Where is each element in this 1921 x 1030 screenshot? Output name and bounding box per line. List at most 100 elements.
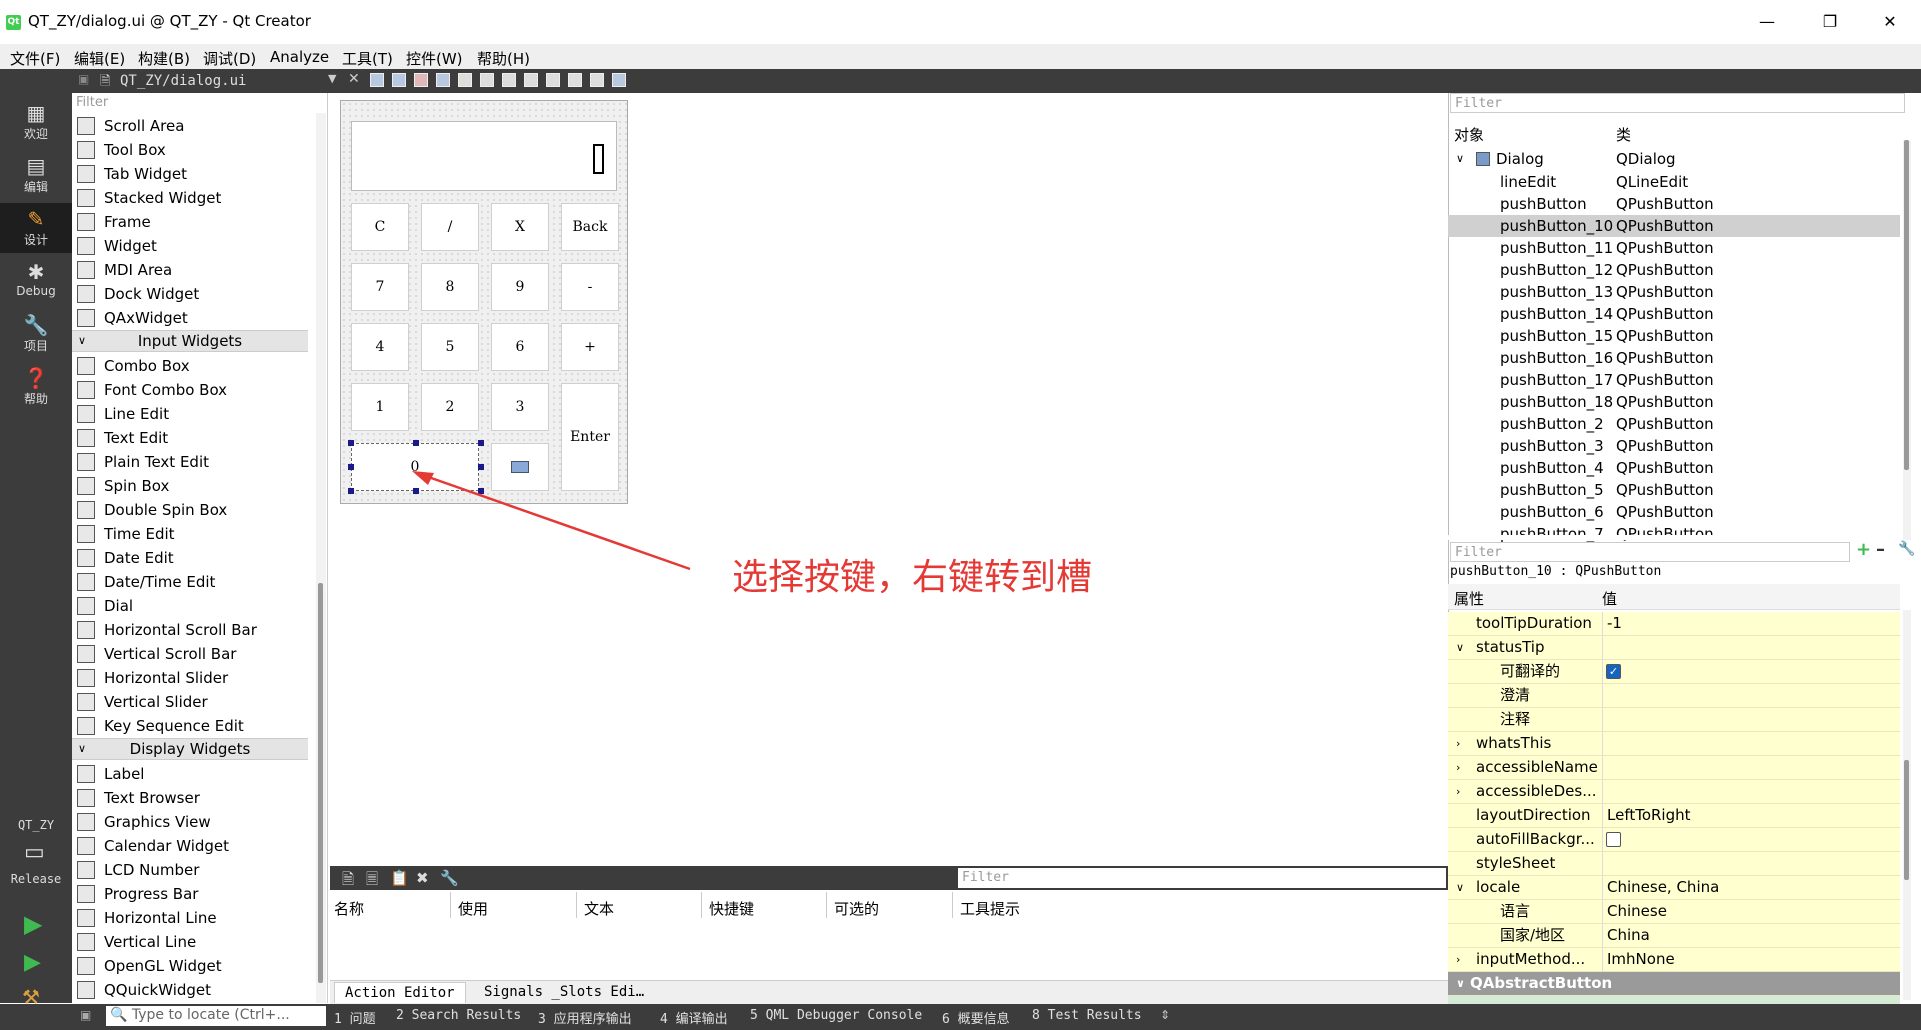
mode-welcome[interactable]: ▦ 欢迎 bbox=[0, 97, 72, 147]
minimize-icon[interactable]: — bbox=[1752, 10, 1782, 34]
property-row[interactable]: 国家/地区 China bbox=[1448, 924, 1900, 948]
tab-signals-slots-editor[interactable]: Signals _Slots Edi… bbox=[474, 982, 654, 1002]
column-header[interactable]: 快捷键 bbox=[709, 898, 754, 919]
mode-edit[interactable]: ▤ 编辑 bbox=[0, 150, 72, 200]
widget-item[interactable]: Horizontal Slider bbox=[72, 666, 308, 690]
property-row[interactable]: layoutDirection LeftToRight bbox=[1448, 804, 1900, 828]
mode-debug[interactable]: ✱ Debug bbox=[0, 256, 72, 306]
property-filter-input[interactable]: Filter bbox=[1450, 542, 1850, 562]
output-pane-button[interactable]: 1 问题 bbox=[334, 1008, 376, 1027]
edit-signals-icon[interactable] bbox=[392, 73, 406, 87]
property-row[interactable]: autoFillBackgr... bbox=[1448, 828, 1900, 852]
object-row[interactable]: pushButton_4 QPushButton bbox=[1448, 457, 1900, 479]
widget-item[interactable]: Font Combo Box bbox=[72, 378, 308, 402]
paste-action-icon[interactable]: 📋 bbox=[390, 869, 409, 887]
object-scrollbar[interactable] bbox=[1903, 140, 1911, 540]
output-pane-button[interactable]: 4 编译输出 bbox=[660, 1008, 728, 1027]
output-pane-button[interactable]: 6 概要信息 bbox=[942, 1008, 1010, 1027]
property-row[interactable]: 澄清 bbox=[1448, 684, 1900, 708]
widget-item[interactable]: LCD Number bbox=[72, 858, 308, 882]
widget-item[interactable]: Date/Time Edit bbox=[72, 570, 308, 594]
menu-debug[interactable]: 调试(D) bbox=[203, 48, 256, 69]
widget-item[interactable]: Text Browser bbox=[72, 786, 308, 810]
widget-item[interactable]: Scroll Area bbox=[72, 114, 308, 138]
chevron-right-icon[interactable]: › bbox=[1456, 948, 1460, 971]
chevron-down-icon[interactable]: ∨ bbox=[1456, 876, 1464, 899]
menu-analyze[interactable]: Analyze bbox=[270, 48, 329, 66]
property-value[interactable]: China bbox=[1602, 924, 1900, 948]
object-row[interactable]: pushButton_5 QPushButton bbox=[1448, 479, 1900, 501]
output-pane-button[interactable]: 2 Search Results bbox=[396, 1008, 521, 1023]
edit-tab-order-icon[interactable] bbox=[436, 73, 450, 87]
widget-box-scrollbar[interactable] bbox=[316, 113, 326, 1003]
edit-buddies-icon[interactable] bbox=[414, 73, 428, 87]
category-input-widgets[interactable]: ∨ Input Widgets bbox=[72, 330, 308, 352]
toggle-sidebar-icon[interactable]: ▣ bbox=[80, 1008, 91, 1022]
widget-item[interactable]: QQuickWidget bbox=[72, 978, 308, 1002]
property-value[interactable]: -1 bbox=[1602, 612, 1900, 636]
break-layout-icon[interactable] bbox=[590, 73, 604, 87]
widget-item[interactable]: Double Spin Box bbox=[72, 498, 308, 522]
menu-file[interactable]: 文件(F) bbox=[10, 48, 60, 69]
editor-file-name[interactable]: QT_ZY/dialog.ui bbox=[120, 73, 246, 89]
property-value[interactable]: Chinese, China bbox=[1602, 876, 1900, 900]
mode-projects[interactable]: 🔧 项目 bbox=[0, 309, 72, 359]
menu-tools[interactable]: 工具(T) bbox=[342, 48, 393, 69]
property-value[interactable] bbox=[1602, 732, 1900, 756]
widget-item[interactable]: Horizontal Line bbox=[72, 906, 308, 930]
output-pane-button[interactable]: 5 QML Debugger Console bbox=[750, 1008, 922, 1023]
property-value[interactable] bbox=[1602, 780, 1900, 804]
output-pane-button[interactable]: 8 Test Results bbox=[1032, 1008, 1142, 1023]
chevron-down-icon[interactable]: ∨ bbox=[78, 331, 86, 351]
layout-vertical-icon[interactable] bbox=[480, 73, 494, 87]
configure-action-icon[interactable]: 🔧 bbox=[440, 869, 459, 887]
output-panes-toggle-icon[interactable]: ⇕ bbox=[1160, 1008, 1170, 1022]
widget-item[interactable]: Vertical Line bbox=[72, 930, 308, 954]
widget-item[interactable]: Horizontal Scroll Bar bbox=[72, 618, 308, 642]
configure-property-icon[interactable]: 🔧 bbox=[1898, 541, 1915, 557]
widget-item[interactable]: QAxWidget bbox=[72, 306, 308, 330]
chevron-down-icon[interactable]: ∨ bbox=[1456, 148, 1464, 170]
widget-item[interactable]: Vertical Slider bbox=[72, 690, 308, 714]
checkbox[interactable] bbox=[1606, 832, 1621, 847]
property-row[interactable]: ∨ locale Chinese, China bbox=[1448, 876, 1900, 900]
property-value[interactable]: LeftToRight bbox=[1602, 804, 1900, 828]
widget-item[interactable]: Graphics View bbox=[72, 810, 308, 834]
mode-help[interactable]: ❓ 帮助 bbox=[0, 362, 72, 412]
column-header[interactable]: 可选的 bbox=[834, 898, 879, 919]
menu-help[interactable]: 帮助(H) bbox=[477, 48, 530, 69]
widget-item[interactable]: Widget bbox=[72, 234, 308, 258]
property-value[interactable]: ImhNone bbox=[1602, 948, 1900, 972]
layout-grid-icon[interactable] bbox=[568, 73, 582, 87]
object-row[interactable]: pushButton QPushButton bbox=[1448, 193, 1900, 215]
widget-item[interactable]: MDI Area bbox=[72, 258, 308, 282]
run-icon[interactable]: ▶ bbox=[24, 910, 42, 938]
property-row[interactable]: 语言 Chinese bbox=[1448, 900, 1900, 924]
action-filter-input[interactable]: Filter bbox=[958, 868, 1446, 888]
close-document-icon[interactable]: ✕ bbox=[348, 71, 360, 87]
property-row[interactable]: › accessibleDes... bbox=[1448, 780, 1900, 804]
property-row[interactable]: › whatsThis bbox=[1448, 732, 1900, 756]
scrollbar-thumb[interactable] bbox=[1904, 140, 1909, 470]
property-value[interactable] bbox=[1602, 660, 1900, 684]
widget-item[interactable]: Vertical Scroll Bar bbox=[72, 642, 308, 666]
property-category[interactable]: ∨ QAbstractButton bbox=[1448, 972, 1900, 996]
object-row[interactable]: pushButton_14 QPushButton bbox=[1448, 303, 1900, 325]
property-value[interactable]: Chinese bbox=[1602, 900, 1900, 924]
object-row[interactable]: pushButton_16 QPushButton bbox=[1448, 347, 1900, 369]
value-column-header[interactable]: 值 bbox=[1602, 588, 1617, 609]
object-row[interactable]: pushButton_11 QPushButton bbox=[1448, 237, 1900, 259]
close-icon[interactable]: ✕ bbox=[1875, 10, 1905, 34]
object-column-header[interactable]: 对象 bbox=[1454, 124, 1484, 145]
widget-item[interactable]: Date Edit bbox=[72, 546, 308, 570]
property-row[interactable]: › inputMethod... ImhNone bbox=[1448, 948, 1900, 972]
column-header[interactable]: 工具提示 bbox=[960, 898, 1020, 919]
property-row[interactable]: 可翻译的 ✓ bbox=[1448, 660, 1900, 684]
widget-item[interactable]: Tool Box bbox=[72, 138, 308, 162]
class-column-header[interactable]: 类 bbox=[1616, 124, 1631, 145]
layout-horizontal-icon[interactable] bbox=[458, 73, 472, 87]
chevron-right-icon[interactable]: › bbox=[1456, 732, 1460, 755]
widget-filter-input[interactable]: Filter bbox=[72, 93, 328, 113]
object-row[interactable]: pushButton_2 QPushButton bbox=[1448, 413, 1900, 435]
widget-item[interactable]: Stacked Widget bbox=[72, 186, 308, 210]
